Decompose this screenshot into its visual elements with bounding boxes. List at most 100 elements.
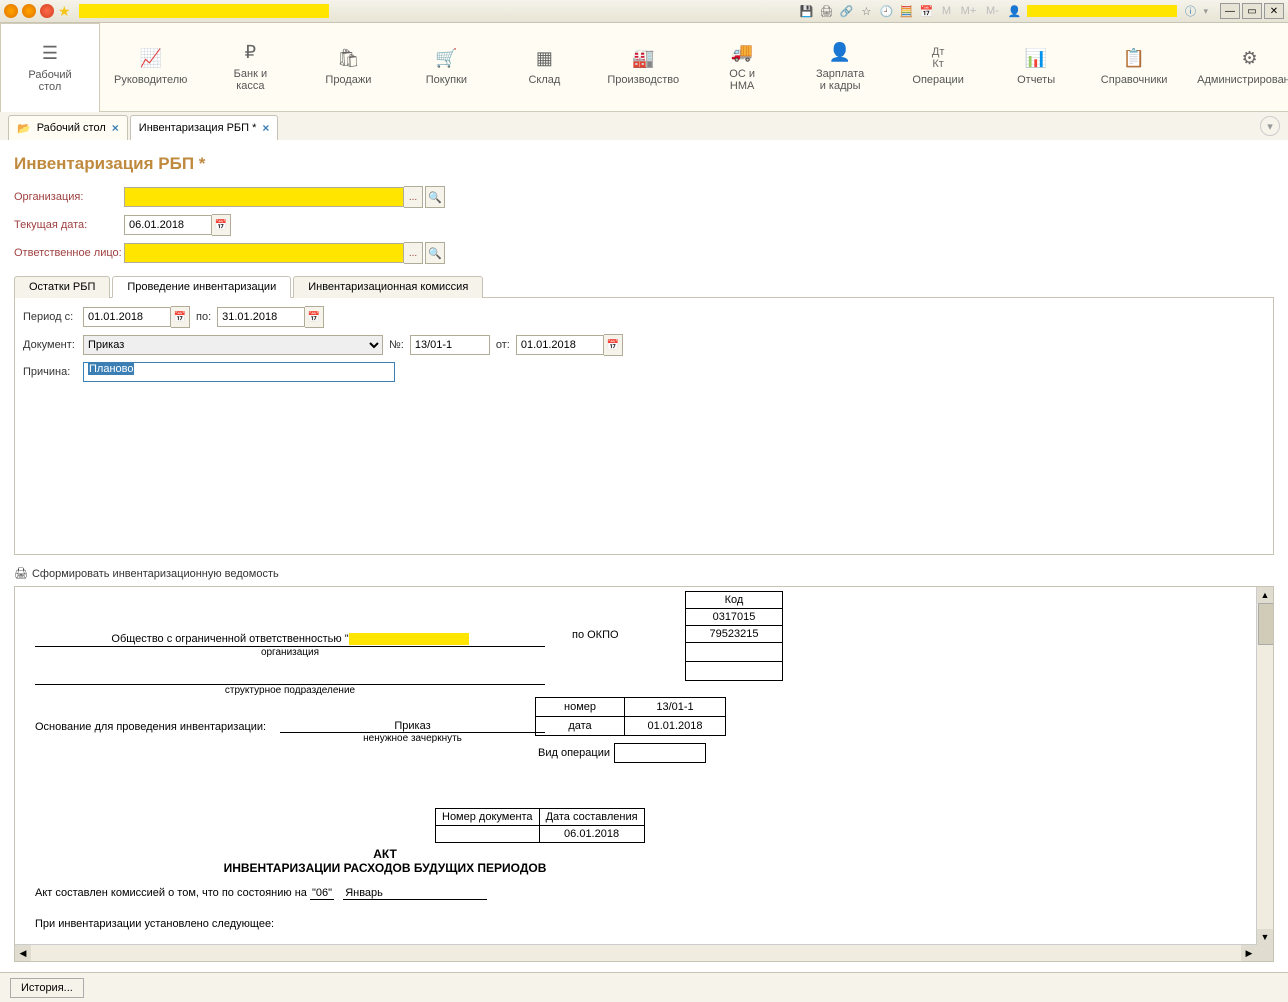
subtab-prov[interactable]: Проведение инвентаризации [112,276,291,298]
akt-subtitle: ИНВЕНТАРИЗАЦИИ РАСХОДОВ БУДУЩИХ ПЕРИОДОВ [35,861,735,875]
tool-manager[interactable]: 📈Руководителю [100,23,201,111]
calendar-button[interactable]: 📅 [212,214,231,236]
period-from-input[interactable] [83,307,171,327]
akt-composed-line: Акт составлен комиссией о том, что по со… [35,887,1253,900]
scroll-right-icon[interactable]: ▶ [1241,945,1257,961]
struct-sublabel: структурное подразделение [35,685,545,696]
mplus-indicator: M+ [959,4,977,18]
tab-inventory[interactable]: Инвентаризация РБП * × [130,115,279,140]
user-icon: 👤 [1007,4,1021,18]
tool-warehouse[interactable]: ▦Склад [495,23,593,111]
resp-label: Ответственное лицо: [14,247,124,259]
scroll-up-icon[interactable]: ▲ [1257,587,1273,603]
calendar-icon[interactable]: 📅 [919,4,933,18]
tool-desktop[interactable]: ☰Рабочий стол [0,23,100,112]
calendar-button[interactable]: 📅 [604,334,623,356]
scroll-down-icon[interactable]: ▼ [1257,929,1273,945]
akt-title: АКТ [35,847,735,861]
calc-icon[interactable]: 🧮 [899,4,913,18]
resp-select-button[interactable]: ... [404,242,423,264]
date-label: Текущая дата: [14,219,124,231]
user-name-redacted [1027,5,1177,17]
org-select-button[interactable]: ... [404,186,423,208]
tool-admin[interactable]: ⚙Администрирование [1183,23,1288,111]
form-vedomost-link[interactable]: 🖨 Сформировать инвентаризационную ведомо… [14,567,1274,580]
resp-input[interactable] [124,243,404,263]
tool-operations[interactable]: ДтКтОперации [889,23,987,111]
tool-label: Справочники [1101,74,1168,86]
maximize-button[interactable]: ▭ [1242,3,1262,19]
tool-bank[interactable]: ₽ Банк и касса [201,23,299,111]
num-label: №: [389,339,404,351]
tab-label: Инвентаризация РБП * [139,122,257,134]
content-area: Инвентаризация РБП * Организация: ... 🔍 … [0,140,1288,972]
info-icon[interactable]: ⓘ [1183,4,1197,18]
period-from-label: Период с: [23,311,83,323]
star2-icon[interactable]: ☆ [859,4,873,18]
close-button[interactable]: ✕ [1264,3,1284,19]
tool-purchases[interactable]: 🛒Покупки [397,23,495,111]
doc-number-table: Номер документаДата составления 06.01.20… [435,808,645,843]
tool-label: Производство [607,74,679,86]
tool-directories[interactable]: 📋 Справочники [1085,23,1183,111]
tool-reports[interactable]: 📊 Отчеты [987,23,1085,111]
horizontal-scrollbar[interactable]: ◀ ▶ [15,944,1257,961]
tool-sales[interactable]: 🛍Продажи [299,23,397,111]
factory-icon: 🏭 [632,48,654,68]
org-name-redacted [349,633,469,645]
tool-salary[interactable]: 👤Зарплата и кадры [791,23,889,111]
favorite-icon[interactable]: ★ [58,3,71,20]
gear-icon: ⚙ [1242,48,1258,68]
save-icon[interactable]: 💾 [799,4,813,18]
vid-op-row: Вид операции [535,743,706,763]
tool-production[interactable]: 🏭 Производство [593,23,693,111]
tool-label: Отчеты [1017,74,1055,86]
tb-down-icon[interactable] [22,4,36,18]
subform-panel: Период с: 📅 по: 📅 Документ: Приказ №: от… [14,298,1274,555]
org-input[interactable] [124,187,404,207]
period-to-label: по: [196,311,211,323]
m-indicator: M [939,4,953,18]
current-date-input[interactable] [124,215,212,235]
inv-line: При инвентаризации установлено следующее… [35,918,1253,930]
period-to-input[interactable] [217,307,305,327]
document-tabs: 📂 Рабочий стол × Инвентаризация РБП * × … [0,112,1288,140]
document-select[interactable]: Приказ [83,335,383,355]
subtab-kom[interactable]: Инвентаризационная комиссия [293,276,483,298]
tool-label: Банк и касса [234,68,267,92]
tab-close-icon[interactable]: × [112,121,119,135]
bars-icon: 📊 [1025,48,1047,68]
num-date-table: номер13/01-1 дата01.01.2018 [535,697,726,736]
scroll-left-icon[interactable]: ◀ [15,945,31,961]
tab-close-icon[interactable]: × [262,121,269,135]
mminus-indicator: M- [983,4,1001,18]
person-icon: 👤 [829,42,851,62]
doc-label: Документ: [23,339,83,351]
book-icon: 📋 [1123,48,1145,68]
resp-search-button[interactable]: 🔍 [425,242,445,264]
clock-icon[interactable]: 🕘 [879,4,893,18]
number-input[interactable] [410,335,490,355]
subtabs: Остатки РБП Проведение инвентаризации Ин… [14,276,1274,298]
titlebar: ★ 💾 🖨 🔗 ☆ 🕘 🧮 📅 M M+ M- 👤 ⓘ ▾ — ▭ ✕ [0,0,1288,23]
ot-date-input[interactable] [516,335,604,355]
tool-label: Операции [912,74,963,86]
subtab-ost[interactable]: Остатки РБП [14,276,110,298]
tool-label: Продажи [325,74,371,86]
vertical-scrollbar[interactable]: ▲ ▼ [1256,587,1273,945]
link-icon[interactable]: 🔗 [839,4,853,18]
calendar-button[interactable]: 📅 [305,306,324,328]
tabs-more-icon[interactable]: ▾ [1260,116,1280,136]
calendar-button[interactable]: 📅 [171,306,190,328]
scroll-thumb[interactable] [1258,603,1274,645]
reason-input[interactable]: Планово [83,362,395,382]
tool-assets[interactable]: 🚚ОС и НМА [693,23,791,111]
print-icon[interactable]: 🖨 [819,4,833,18]
tb-close-small-icon[interactable] [40,4,54,18]
minimize-button[interactable]: — [1220,3,1240,19]
history-button[interactable]: История... [10,978,84,998]
org-search-button[interactable]: 🔍 [425,186,445,208]
tool-label: ОС и НМА [729,68,755,92]
tab-desktop[interactable]: 📂 Рабочий стол × [8,115,128,140]
ruble-icon: ₽ [245,42,256,62]
